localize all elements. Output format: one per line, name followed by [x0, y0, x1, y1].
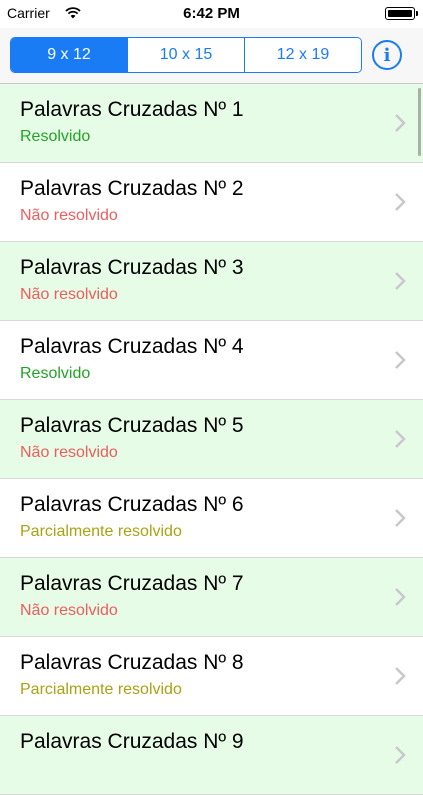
list-item[interactable]: Palavras Cruzadas Nº 4 Resolvido [0, 321, 423, 400]
chevron-right-icon [395, 509, 406, 527]
battery-icon [385, 7, 418, 20]
puzzle-list: Palavras Cruzadas Nº 1 Resolvido Palavra… [0, 84, 423, 795]
list-item[interactable]: Palavras Cruzadas Nº 8 Parcialmente reso… [0, 637, 423, 716]
status-bar: Carrier 6:42 PM [0, 0, 423, 28]
chevron-right-icon [395, 351, 406, 369]
chevron-right-icon [395, 667, 406, 685]
puzzle-title: Palavras Cruzadas Nº 7 [20, 572, 244, 595]
segment-10x15[interactable]: 10 x 15 [127, 38, 244, 72]
info-icon[interactable]: i [372, 40, 402, 70]
puzzle-status: Não resolvido [20, 444, 118, 461]
puzzle-status: Não resolvido [20, 207, 118, 224]
puzzle-status: Resolvido [20, 128, 91, 145]
chevron-right-icon [395, 746, 406, 764]
puzzle-status: Parcialmente resolvido [20, 523, 182, 540]
list-item[interactable]: Palavras Cruzadas Nº 6 Parcialmente reso… [0, 479, 423, 558]
puzzle-title: Palavras Cruzadas Nº 9 [20, 730, 244, 753]
puzzle-title: Palavras Cruzadas Nº 4 [20, 335, 244, 358]
grid-size-segmented-control: 9 x 12 10 x 15 12 x 19 [10, 37, 362, 73]
segment-12x19[interactable]: 12 x 19 [244, 38, 361, 72]
chevron-right-icon [395, 272, 406, 290]
clock: 6:42 PM [183, 5, 240, 22]
puzzle-title: Palavras Cruzadas Nº 1 [20, 98, 244, 121]
chevron-right-icon [395, 588, 406, 606]
list-item[interactable]: Palavras Cruzadas Nº 9 [0, 716, 423, 795]
chevron-right-icon [395, 430, 406, 448]
puzzle-title: Palavras Cruzadas Nº 8 [20, 651, 244, 674]
scroll-indicator[interactable] [418, 88, 421, 156]
puzzle-status: Não resolvido [20, 286, 118, 303]
list-item[interactable]: Palavras Cruzadas Nº 1 Resolvido [0, 84, 423, 163]
toolbar: 9 x 12 10 x 15 12 x 19 i [0, 28, 423, 84]
puzzle-title: Palavras Cruzadas Nº 3 [20, 256, 244, 279]
puzzle-status: Parcialmente resolvido [20, 681, 182, 698]
puzzle-title: Palavras Cruzadas Nº 6 [20, 493, 244, 516]
puzzle-status: Resolvido [20, 365, 91, 382]
list-item[interactable]: Palavras Cruzadas Nº 3 Não resolvido [0, 242, 423, 321]
list-item[interactable]: Palavras Cruzadas Nº 7 Não resolvido [0, 558, 423, 637]
puzzle-status: Não resolvido [20, 602, 118, 619]
chevron-right-icon [395, 193, 406, 211]
chevron-right-icon [395, 114, 406, 132]
segment-9x12[interactable]: 9 x 12 [11, 38, 127, 72]
list-item[interactable]: Palavras Cruzadas Nº 5 Não resolvido [0, 400, 423, 479]
puzzle-title: Palavras Cruzadas Nº 5 [20, 414, 244, 437]
puzzle-title: Palavras Cruzadas Nº 2 [20, 177, 244, 200]
list-item[interactable]: Palavras Cruzadas Nº 2 Não resolvido [0, 163, 423, 242]
